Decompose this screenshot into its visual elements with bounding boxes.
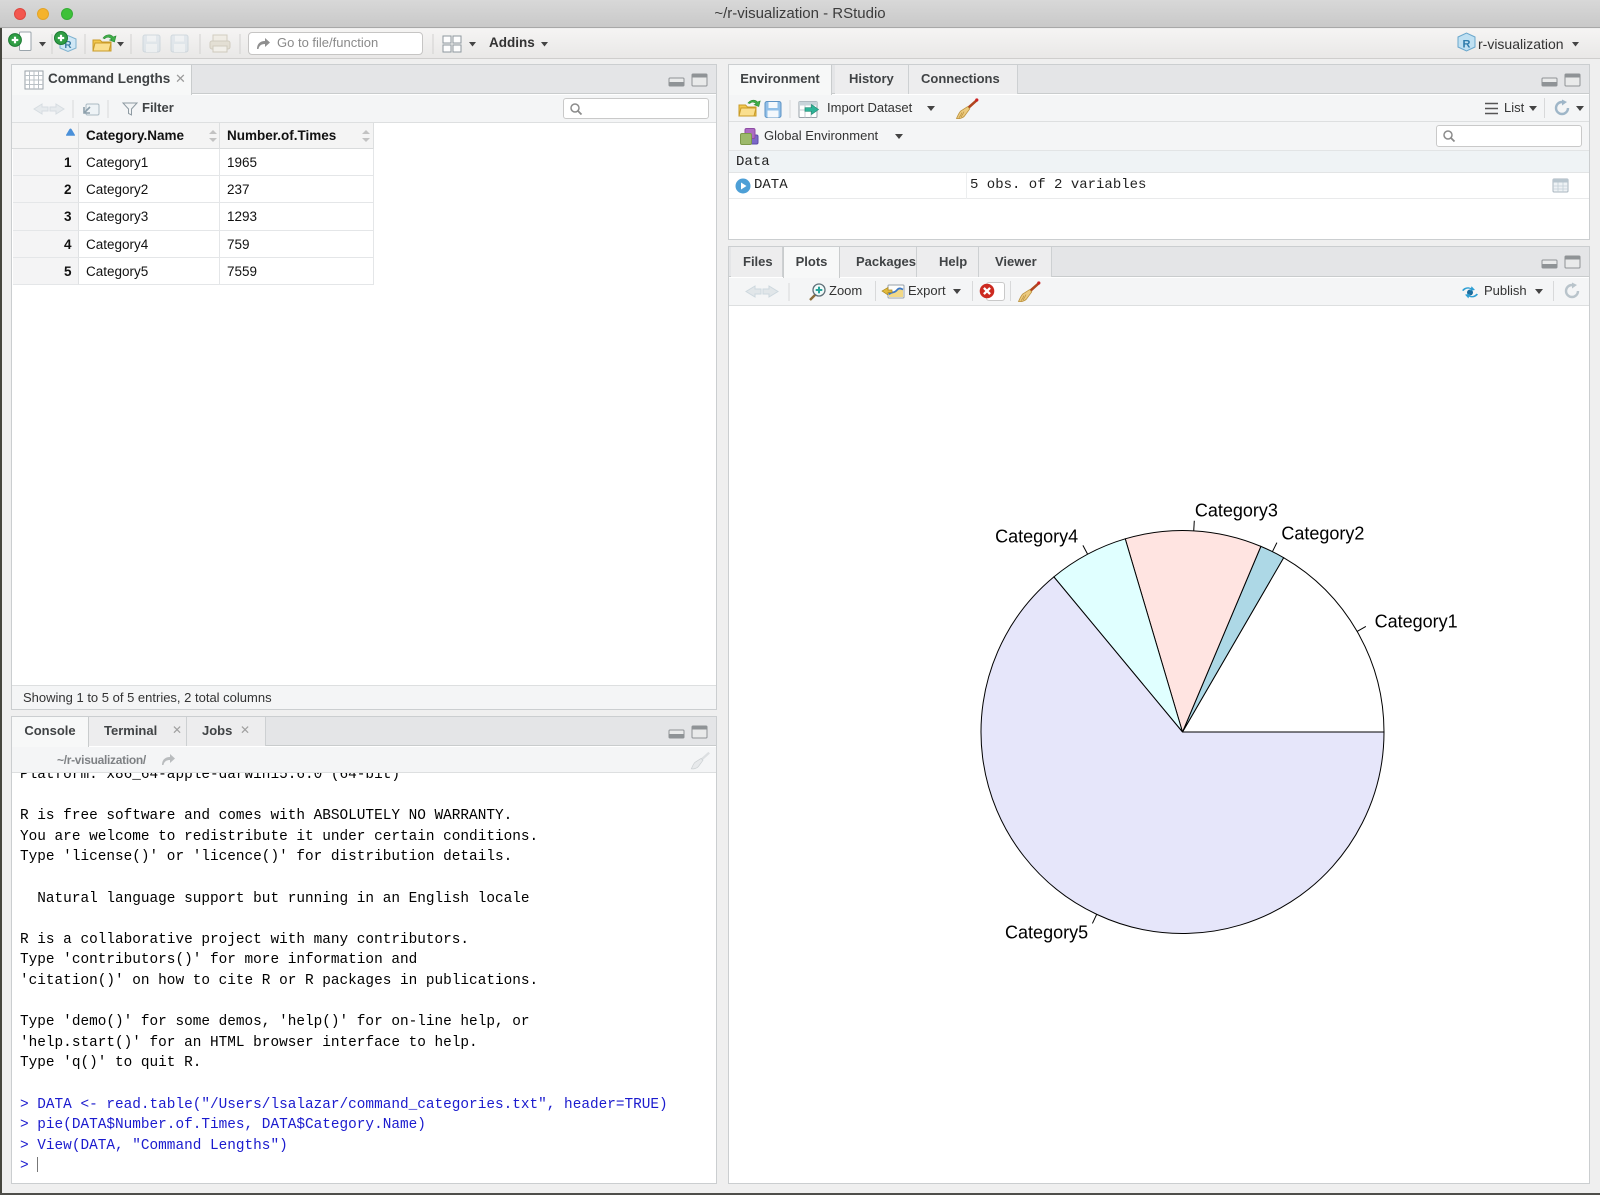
svg-text:Category5: Category5 (1005, 923, 1088, 943)
svg-text:R: R (1463, 39, 1471, 51)
svg-text:Category1: Category1 (1375, 611, 1458, 631)
svg-text:Category3: Category3 (1195, 501, 1278, 521)
svg-text:Category2: Category2 (1281, 524, 1364, 544)
svg-text:Category4: Category4 (995, 526, 1078, 546)
